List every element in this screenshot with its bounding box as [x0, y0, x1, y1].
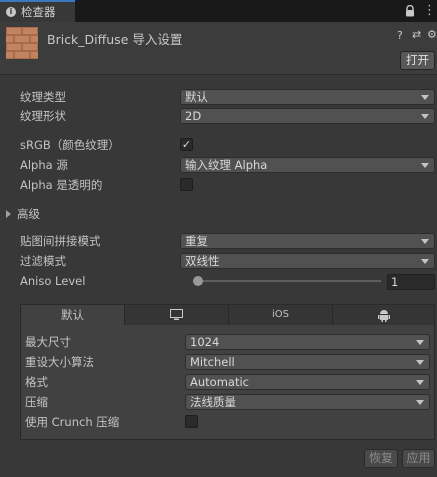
- max-size-dropdown[interactable]: 1024: [185, 334, 430, 350]
- texture-shape-label: 纹理形状: [20, 109, 66, 123]
- chevron-down-icon: [416, 400, 424, 405]
- help-icon[interactable]: ?: [397, 29, 403, 42]
- compression-value: 法线质量: [190, 395, 236, 409]
- tab-platform-standalone[interactable]: [124, 305, 228, 325]
- tab-platform-ios[interactable]: iOS: [228, 305, 332, 325]
- lock-icon[interactable]: [405, 4, 415, 17]
- chevron-down-icon: [421, 163, 429, 168]
- alpha-transparency-checkbox[interactable]: [180, 178, 193, 191]
- settings-icon[interactable]: ⚙: [427, 28, 437, 41]
- aniso-slider-track[interactable]: [193, 280, 381, 282]
- alpha-source-value: 输入纹理 Alpha: [185, 158, 268, 172]
- wrap-mode-dropdown[interactable]: 重复: [180, 233, 435, 249]
- tab-inspector-label: 检查器: [21, 5, 56, 19]
- max-size-label: 最大尺寸: [25, 335, 71, 349]
- resize-algorithm-label: 重设大小算法: [25, 355, 94, 369]
- use-crunch-label: 使用 Crunch 压缩: [25, 415, 120, 429]
- compression-dropdown[interactable]: 法线质量: [185, 394, 430, 410]
- alpha-source-dropdown[interactable]: 输入纹理 Alpha: [180, 157, 435, 173]
- tab-inspector[interactable]: i 检查器: [0, 0, 75, 22]
- filter-mode-label: 过滤模式: [20, 254, 66, 268]
- chevron-right-icon: [6, 210, 11, 218]
- brick-texture-thumbnail: [0, 27, 45, 59]
- resize-algorithm-value: Mitchell: [190, 355, 235, 369]
- alpha-transparency-label: Alpha 是透明的: [20, 178, 103, 192]
- aniso-level-input[interactable]: 1: [387, 274, 435, 290]
- texture-shape-dropdown[interactable]: 2D: [180, 108, 435, 124]
- format-label: 格式: [25, 375, 48, 389]
- chevron-down-icon: [421, 95, 429, 100]
- tab-platform-android[interactable]: [332, 305, 434, 325]
- advanced-label: 高级: [17, 207, 40, 221]
- wrap-mode-label: 贴图间拼接模式: [20, 234, 101, 248]
- more-menu-icon[interactable]: ⋮: [423, 4, 436, 18]
- chevron-down-icon: [421, 114, 429, 119]
- asset-title: Brick_Diffuse 导入设置: [47, 32, 183, 47]
- apply-button[interactable]: 应用: [402, 449, 435, 468]
- max-size-value: 1024: [190, 335, 220, 349]
- aniso-level-label: Aniso Level: [20, 274, 86, 288]
- chevron-down-icon: [421, 259, 429, 264]
- alpha-source-label: Alpha 源: [20, 158, 68, 172]
- chevron-down-icon: [416, 380, 424, 385]
- android-icon: [377, 310, 390, 322]
- chevron-down-icon: [416, 340, 424, 345]
- texture-type-value: 默认: [185, 90, 208, 104]
- filter-mode-dropdown[interactable]: 双线性: [180, 253, 435, 269]
- use-crunch-checkbox[interactable]: [185, 415, 198, 428]
- chevron-down-icon: [421, 239, 429, 244]
- aniso-slider-handle[interactable]: [193, 276, 203, 286]
- tab-platform-default[interactable]: 默认: [21, 305, 124, 325]
- texture-shape-value: 2D: [185, 109, 202, 123]
- compression-label: 压缩: [25, 395, 48, 409]
- texture-type-label: 纹理类型: [20, 90, 66, 104]
- preset-icon[interactable]: ⇄: [412, 28, 421, 41]
- advanced-foldout[interactable]: 高级: [6, 206, 40, 222]
- revert-button[interactable]: 恢复: [364, 449, 398, 468]
- chevron-down-icon: [416, 360, 424, 365]
- format-value: Automatic: [190, 375, 249, 389]
- srgb-label: sRGB（颜色纹理）: [20, 138, 120, 152]
- monitor-icon: [170, 309, 183, 320]
- format-dropdown[interactable]: Automatic: [185, 374, 430, 390]
- srgb-checkbox[interactable]: ✓: [180, 138, 193, 151]
- resize-algorithm-dropdown[interactable]: Mitchell: [185, 354, 430, 370]
- checkmark-icon: ✓: [181, 138, 192, 151]
- filter-mode-value: 双线性: [185, 254, 220, 268]
- info-icon: i: [6, 7, 16, 17]
- wrap-mode-value: 重复: [185, 234, 208, 248]
- open-button[interactable]: 打开: [400, 51, 435, 70]
- texture-type-dropdown[interactable]: 默认: [180, 89, 435, 105]
